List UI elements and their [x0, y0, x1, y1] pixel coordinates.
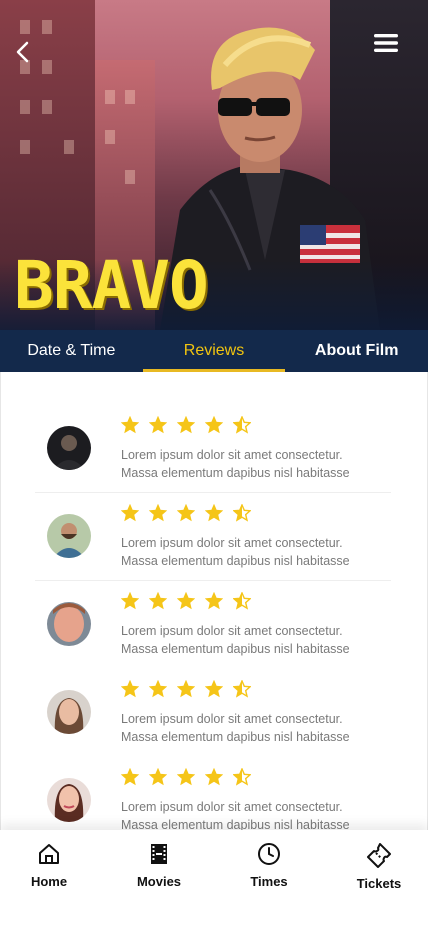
movie-title-art: BRAVO [14, 247, 209, 324]
nav-label: Tickets [356, 876, 402, 891]
star-icon [177, 416, 195, 434]
home-icon [39, 844, 59, 864]
star-icon [149, 416, 167, 434]
half-star-icon [233, 680, 251, 698]
review-item: Lorem ipsum dolor sit amet consectetur. M… [35, 372, 391, 493]
half-star-icon [233, 592, 251, 610]
star-icon [177, 768, 195, 786]
review-item: Lorem ipsum dolor sit amet consectetur. M… [35, 548, 391, 656]
star-icon [205, 680, 223, 698]
half-star-icon [233, 768, 251, 786]
nav-label: Home [30, 874, 68, 889]
star-icon [205, 768, 223, 786]
movie-detail-tabs: Date & Time Reviews About Film [0, 330, 428, 372]
rating-stars [121, 592, 251, 610]
chevron-left-icon [16, 41, 29, 63]
rating-stars [121, 680, 251, 698]
rating-stars [121, 504, 251, 522]
nav-label: Times [250, 874, 288, 889]
reviews-list[interactable]: Lorem ipsum dolor sit amet consectetur. M… [0, 372, 428, 830]
star-icon [205, 504, 223, 522]
star-icon [149, 768, 167, 786]
nav-tickets[interactable]: Tickets [334, 842, 424, 892]
star-icon [121, 592, 139, 610]
review-text: Lorem ipsum dolor sit amet consectetur. M… [121, 800, 350, 830]
nav-movies[interactable]: Movies [114, 842, 204, 892]
tab-date-time[interactable]: Date & Time [0, 330, 143, 372]
movie-hero-image: BRAVO [0, 0, 428, 330]
nav-label: Movies [136, 874, 182, 889]
star-icon [149, 680, 167, 698]
back-button[interactable] [10, 38, 34, 66]
star-icon [121, 768, 139, 786]
review-item: Lorem ipsum dolor sit amet consectetur. M… [35, 636, 391, 744]
clock-icon [258, 843, 280, 865]
tab-about-film[interactable]: About Film [285, 330, 428, 372]
nav-times[interactable]: Times [224, 842, 314, 892]
star-icon [177, 592, 195, 610]
star-icon [121, 680, 139, 698]
ticket-icon [367, 843, 391, 868]
star-icon [149, 504, 167, 522]
star-icon [121, 416, 139, 434]
nav-home[interactable]: Home [4, 842, 94, 892]
review-item: Lorem ipsum dolor sit amet consectetur. M… [35, 724, 391, 830]
rating-stars [121, 416, 251, 434]
avatar [47, 778, 91, 822]
star-icon [121, 504, 139, 522]
hamburger-menu-icon [374, 34, 398, 52]
tab-reviews[interactable]: Reviews [142, 330, 286, 372]
half-star-icon [233, 504, 251, 522]
star-icon [149, 592, 167, 610]
bottom-navigation: Home Movies Times Tickets [0, 830, 428, 926]
half-star-icon [233, 416, 251, 434]
rating-stars [121, 768, 251, 786]
star-icon [205, 592, 223, 610]
star-icon [205, 416, 223, 434]
review-item: Lorem ipsum dolor sit amet consectetur. M… [35, 460, 391, 581]
film-icon [151, 844, 167, 864]
star-icon [177, 504, 195, 522]
star-icon [177, 680, 195, 698]
menu-button[interactable] [372, 30, 400, 56]
